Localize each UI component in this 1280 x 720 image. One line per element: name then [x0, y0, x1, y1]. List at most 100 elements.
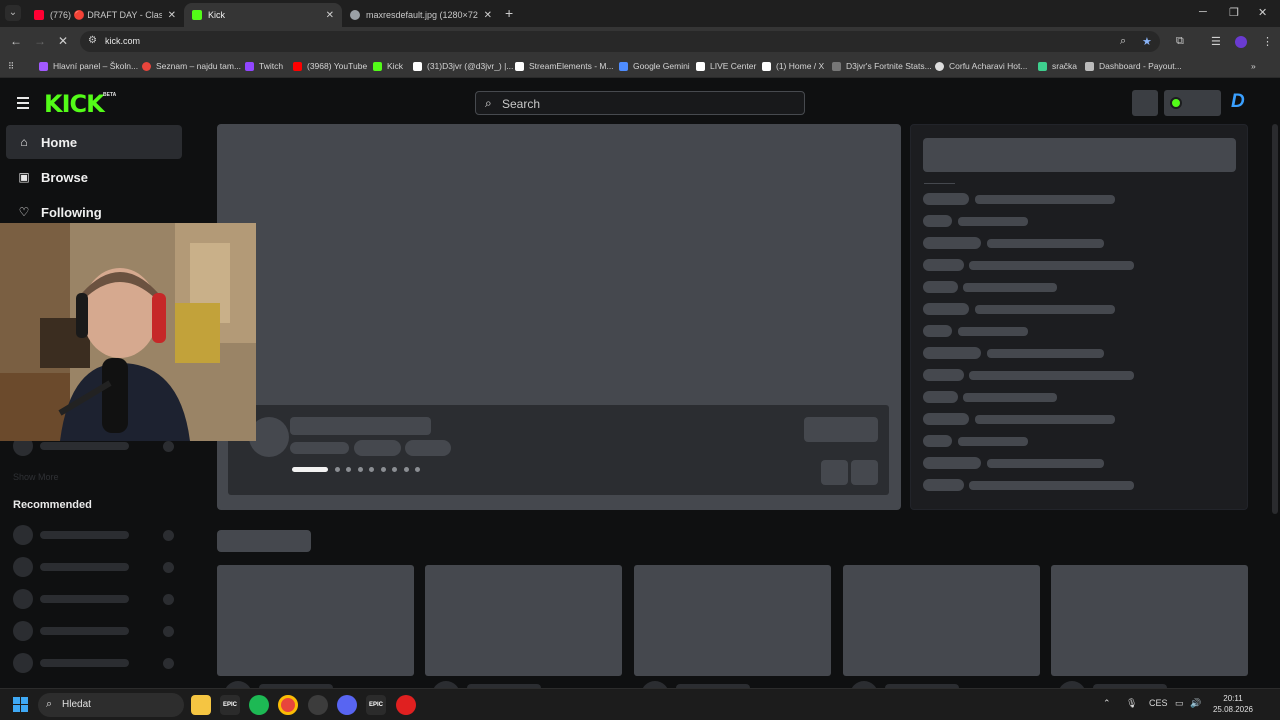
- header-skeleton-button[interactable]: [1132, 90, 1158, 116]
- bookmark-item[interactable]: LIVE Center: [696, 61, 756, 71]
- bookmark-label: D3jvr's Fortnite Stats...: [846, 61, 932, 71]
- carousel-dot[interactable]: [346, 467, 351, 472]
- forward-button[interactable]: →: [34, 34, 46, 48]
- minimize-button[interactable]: ─: [1199, 6, 1207, 18]
- carousel-dot[interactable]: [292, 467, 328, 472]
- chrome-icon[interactable]: [278, 695, 298, 715]
- prev-button-skeleton[interactable]: [821, 460, 848, 485]
- list-skeleton: [923, 303, 969, 315]
- tab-kick[interactable]: Kick ✕: [184, 3, 342, 27]
- carousel-dot[interactable]: [334, 467, 340, 472]
- carousel-dot[interactable]: [369, 467, 374, 472]
- epic-games-icon[interactable]: EPIC: [366, 695, 386, 715]
- bookmark-star-icon[interactable]: ★: [1142, 35, 1152, 48]
- tab-youtube[interactable]: (776) 🔴 DRAFT DAY - Clas ✕: [26, 3, 184, 27]
- sidebar-item-browse[interactable]: ▣ Browse: [6, 160, 182, 194]
- bookmark-item[interactable]: Google Gemini: [619, 61, 690, 71]
- address-bar[interactable]: ⚙ kick.com: [80, 31, 1160, 52]
- windows-start-icon[interactable]: [13, 697, 29, 713]
- bookmark-item[interactable]: (1) Home / X: [762, 61, 824, 71]
- bookmark-item[interactable]: D3jvr's Fortnite Stats...: [832, 61, 932, 71]
- bookmark-item[interactable]: Twitch: [245, 61, 283, 71]
- bookmark-item[interactable]: Kick: [373, 61, 403, 71]
- menu-icon[interactable]: ⋮: [1262, 35, 1273, 48]
- url-text[interactable]: kick.com: [105, 36, 140, 46]
- bookmark-favicon-icon: [832, 61, 841, 71]
- bookmark-favicon-icon: [619, 61, 628, 71]
- language-indicator[interactable]: CES: [1149, 698, 1168, 708]
- site-info-icon[interactable]: ⚙: [88, 35, 97, 46]
- tray-overflow-icon[interactable]: ⌃: [1103, 698, 1111, 709]
- file-explorer-icon[interactable]: [191, 695, 211, 715]
- stream-card-skeleton[interactable]: [843, 565, 1040, 676]
- featured-info-panel: [228, 405, 889, 495]
- volume-icon[interactable]: 🔊: [1190, 698, 1201, 709]
- tab-image[interactable]: maxresdefault.jpg (1280×720) ✕: [342, 3, 500, 27]
- stop-loading-button[interactable]: ✕: [58, 34, 68, 48]
- bookmark-favicon-icon: [1085, 61, 1094, 71]
- watch-button-skeleton[interactable]: [804, 417, 878, 442]
- bookmark-item[interactable]: Corfu Acharavi Hot...: [935, 61, 1027, 71]
- network-icon[interactable]: ▭: [1175, 698, 1184, 709]
- extension-d-icon[interactable]: D: [1231, 91, 1245, 113]
- bookmark-item[interactable]: StreamElements - M...: [515, 61, 614, 71]
- page-scrollbar[interactable]: [1272, 124, 1278, 514]
- stream-card-skeleton[interactable]: [1051, 565, 1248, 676]
- search-input[interactable]: ⌕ Search: [475, 91, 805, 115]
- tab-search-button[interactable]: ⌄: [5, 5, 21, 21]
- search-placeholder: Search: [502, 97, 541, 111]
- more-bookmarks-icon[interactable]: »: [1251, 61, 1256, 71]
- carousel-dot[interactable]: [357, 467, 363, 472]
- close-window-button[interactable]: ✕: [1258, 6, 1267, 19]
- kick-logo[interactable]: KICK: [44, 90, 105, 118]
- bookmark-item[interactable]: Hlavní panel – Školn...: [39, 61, 138, 71]
- carousel-dot[interactable]: [380, 467, 386, 472]
- epic-games-icon[interactable]: EPIC: [220, 695, 240, 715]
- bookmark-item[interactable]: sračka: [1038, 61, 1077, 71]
- carousel-dot[interactable]: [392, 467, 397, 472]
- clock-date: 25.08.2026: [1212, 705, 1254, 714]
- bookmark-item[interactable]: (31)D3jvr (@d3jvr_) |...: [413, 61, 513, 71]
- microphone-icon[interactable]: 🎙: [1126, 698, 1137, 709]
- stream-card-skeleton[interactable]: [425, 565, 622, 676]
- stream-card-skeleton[interactable]: [217, 565, 414, 676]
- recorder-icon[interactable]: [396, 695, 416, 715]
- profile-avatar[interactable]: [1235, 36, 1247, 48]
- zoom-icon[interactable]: ⌕: [1120, 35, 1126, 48]
- bookmark-label: Kick: [387, 61, 404, 71]
- featured-list-skeleton: [910, 124, 1248, 510]
- media-icon[interactable]: ☰: [1211, 35, 1221, 48]
- new-tab-button[interactable]: +: [505, 5, 513, 21]
- bookmark-item[interactable]: Dashboard - Payout...: [1085, 61, 1182, 71]
- spotify-icon[interactable]: [249, 695, 269, 715]
- close-tab-icon[interactable]: ✕: [168, 10, 176, 21]
- close-tab-icon[interactable]: ✕: [484, 10, 492, 21]
- bookmark-item[interactable]: (3968) YouTube: [293, 61, 367, 71]
- back-button[interactable]: ←: [10, 34, 22, 48]
- featured-stream-skeleton[interactable]: [217, 124, 901, 510]
- carousel-dots[interactable]: [292, 467, 427, 472]
- carousel-dot[interactable]: [403, 467, 409, 472]
- bookmark-item[interactable]: Seznam – najdu tam...: [142, 61, 241, 71]
- next-button-skeleton[interactable]: [851, 460, 878, 485]
- bookmark-favicon-icon: [413, 61, 422, 71]
- extensions-icon[interactable]: ⧉: [1176, 35, 1184, 48]
- obs-icon[interactable]: [308, 695, 328, 715]
- carousel-dot[interactable]: [415, 467, 420, 472]
- system-clock[interactable]: 20:11 25.08.2026: [1208, 693, 1258, 715]
- apps-icon[interactable]: ⠿: [8, 61, 14, 72]
- list-skeleton: [987, 239, 1104, 248]
- show-more-link[interactable]: Show More: [13, 472, 59, 482]
- header-skeleton-pill[interactable]: [1164, 90, 1221, 116]
- close-tab-icon[interactable]: ✕: [326, 10, 334, 21]
- hamburger-menu-icon[interactable]: [17, 97, 29, 112]
- bookmarks-bar: ⠿ Hlavní panel – Školn... Seznam – najdu…: [0, 55, 1280, 78]
- sidebar-item-home[interactable]: ⌂ Home: [6, 125, 182, 159]
- taskbar-search-input[interactable]: ⌕ Hledat: [38, 693, 184, 717]
- bookmark-favicon-icon: [515, 61, 524, 71]
- list-skeleton: [923, 369, 964, 381]
- discord-icon[interactable]: [337, 695, 357, 715]
- bookmark-favicon-icon: [935, 61, 944, 71]
- restore-button[interactable]: ❐: [1229, 6, 1239, 19]
- stream-card-skeleton[interactable]: [634, 565, 831, 676]
